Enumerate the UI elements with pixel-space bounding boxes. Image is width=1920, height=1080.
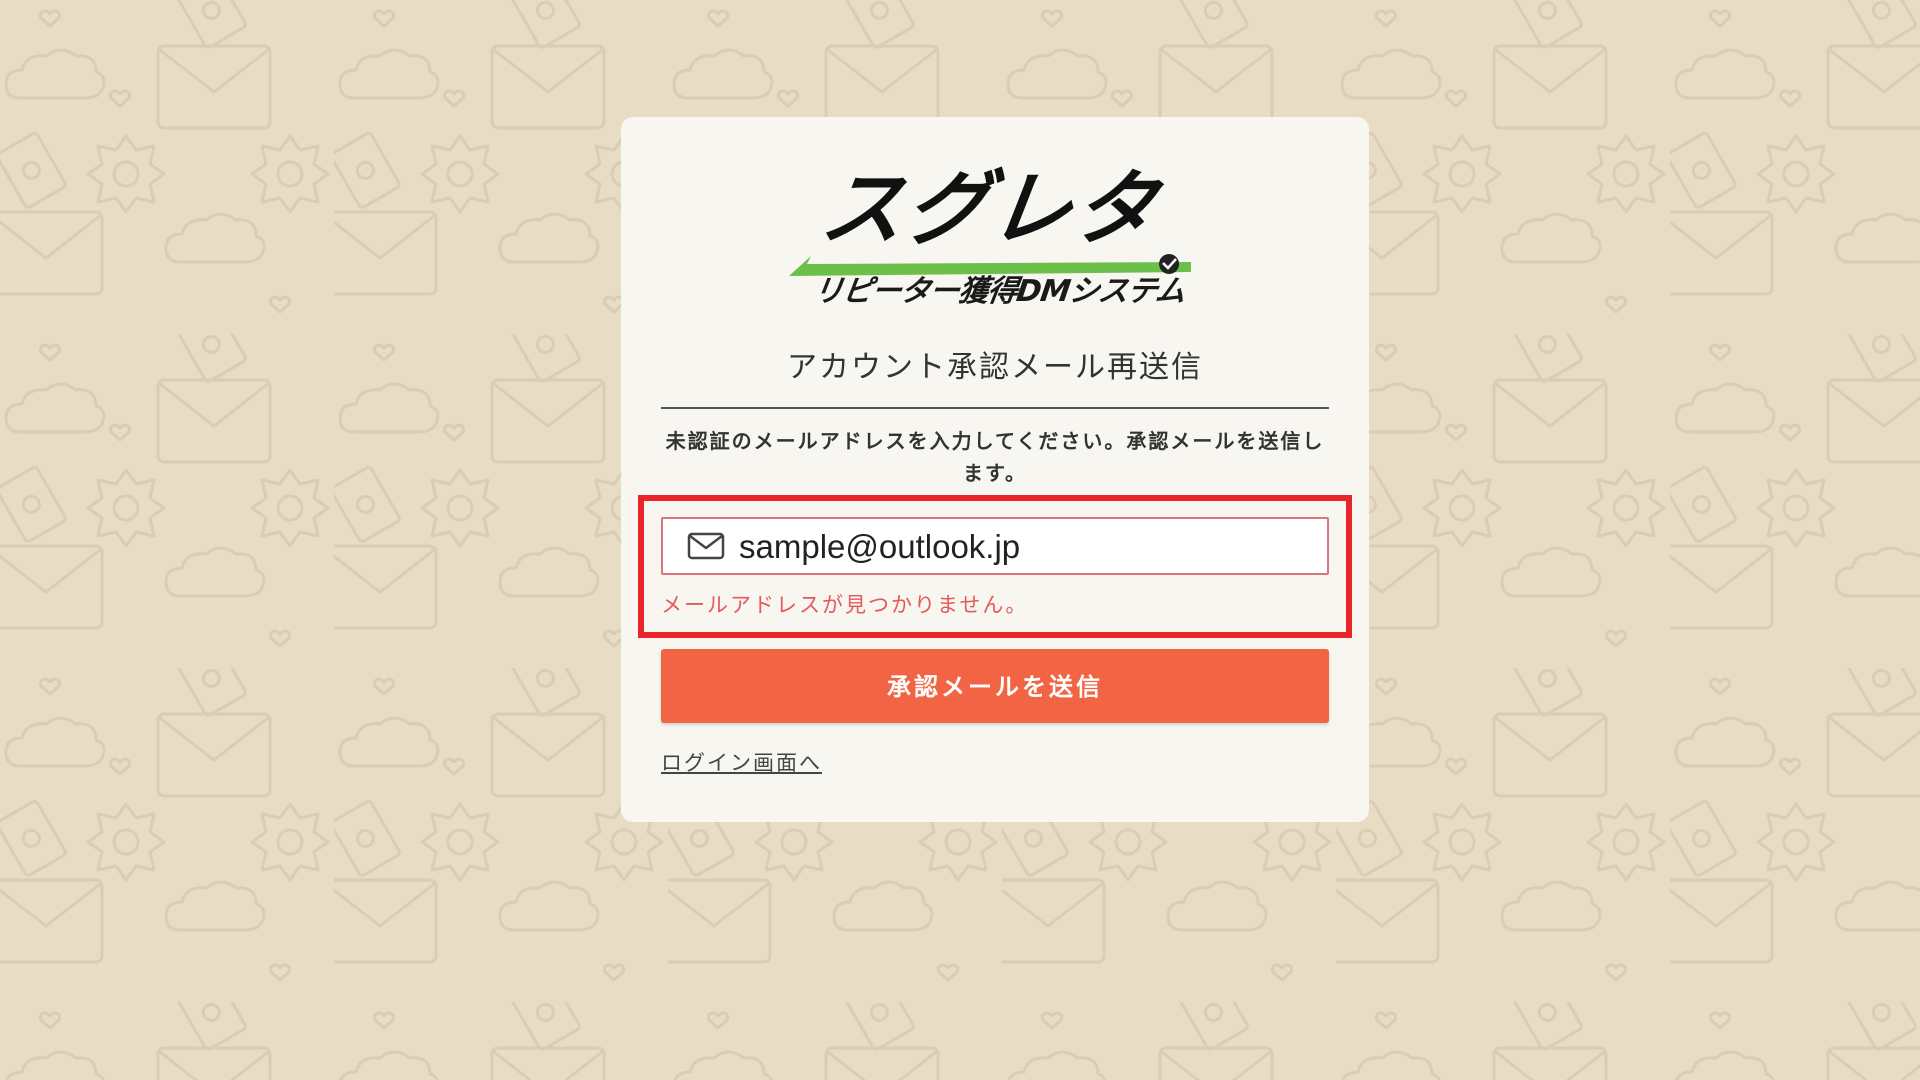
resend-card: スグレタ リピーター獲得DMシステム アカウント承認メール再送信 未認証のメール… — [621, 117, 1369, 822]
email-field[interactable] — [661, 517, 1329, 575]
email-input[interactable] — [739, 525, 1309, 569]
logo-subtitle: リピーター獲得DMシステム — [811, 274, 1187, 309]
error-message: メールアドレスが見つかりません。 — [661, 593, 1029, 617]
title-divider — [661, 407, 1329, 409]
page-description: 未認証のメールアドレスを入力してください。承認メールを送信します。 — [665, 429, 1325, 485]
logo-main-text: スグレタ — [815, 162, 1165, 257]
send-approval-email-button[interactable]: 承認メールを送信 — [661, 649, 1329, 723]
login-page-link[interactable]: ログイン画面へ — [661, 747, 822, 779]
page-title: アカウント承認メール再送信 — [787, 350, 1203, 385]
app-logo: スグレタ リピーター獲得DMシステム — [781, 160, 1199, 315]
mail-icon — [687, 532, 725, 560]
